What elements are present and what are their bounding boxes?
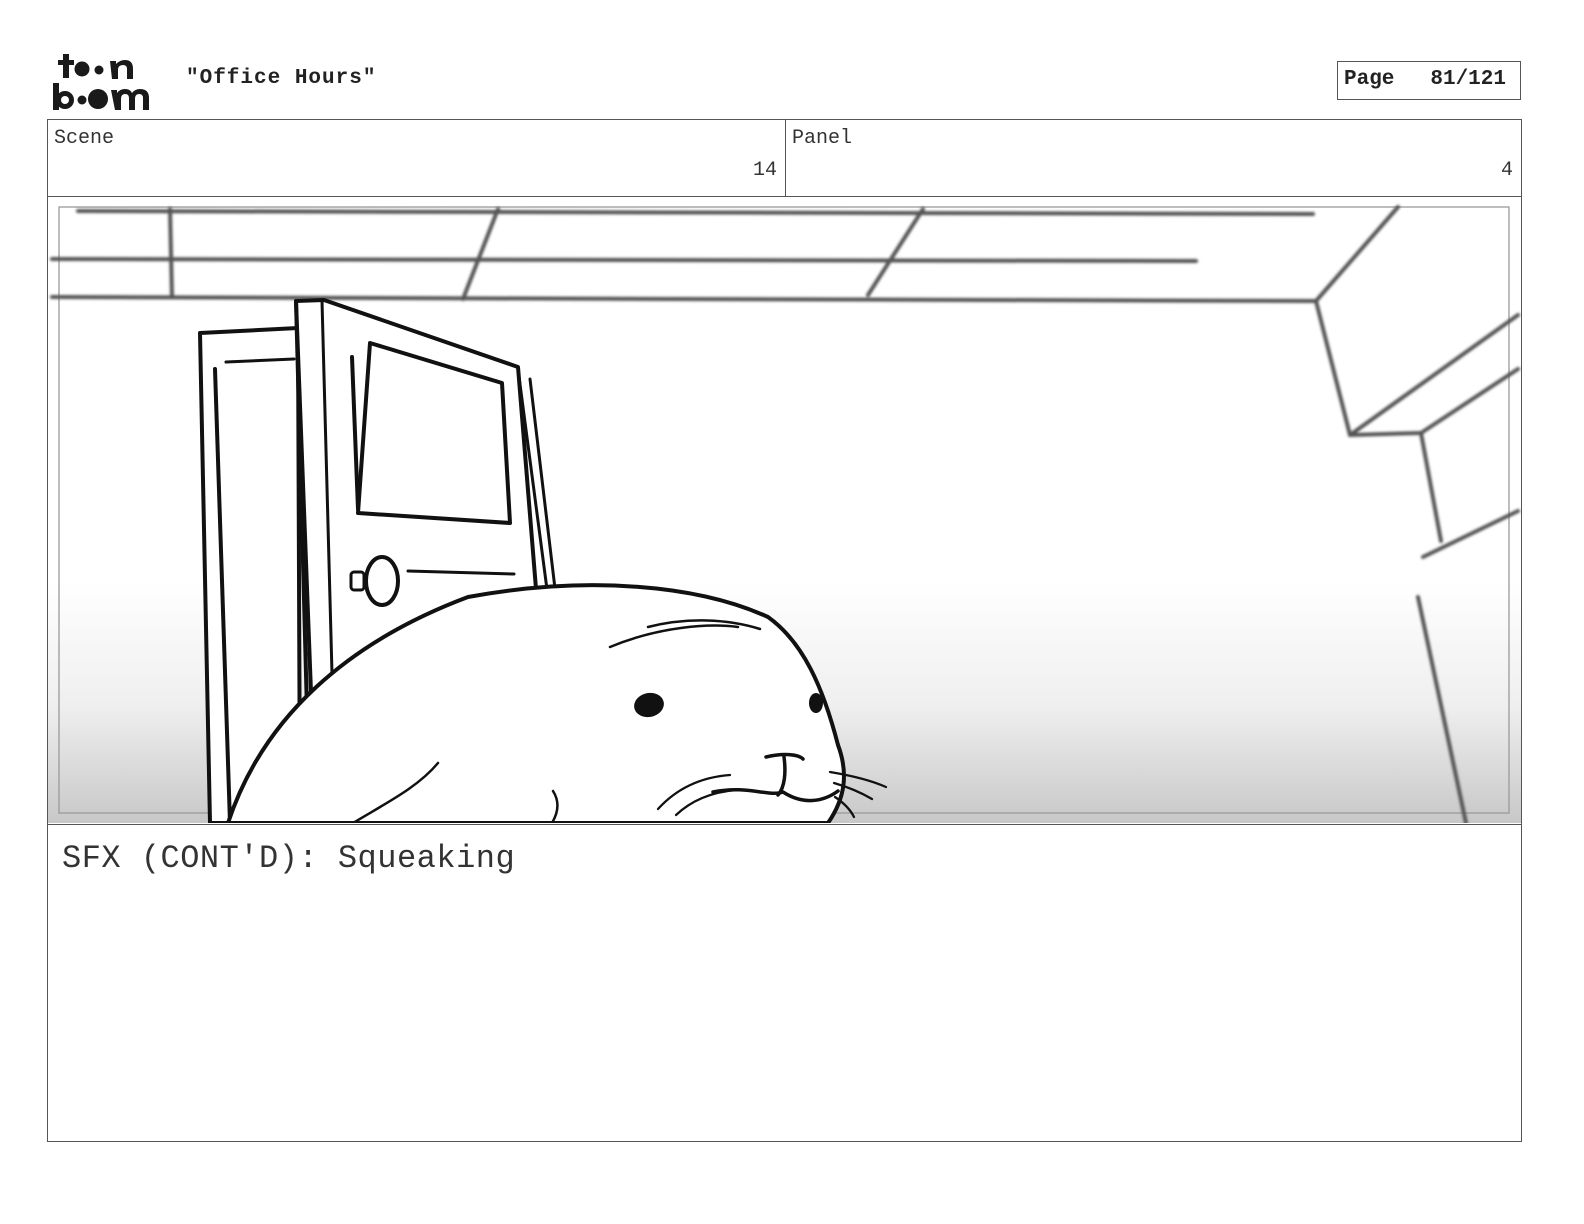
- scene-label: Scene: [54, 127, 115, 150]
- dialogue-text: SFX (CONT'D): Squeaking: [62, 840, 516, 877]
- info-row: Scene 14 Panel 4: [48, 120, 1521, 197]
- panel-label: Panel: [792, 127, 853, 150]
- page-label: Page: [1344, 68, 1395, 91]
- document-title: "Office Hours": [186, 67, 377, 90]
- page-number: 81/121: [1430, 68, 1506, 91]
- scene-cell: Scene 14: [48, 120, 786, 196]
- panel-cell: Panel 4: [786, 120, 1521, 196]
- panel-number: 4: [1500, 159, 1513, 182]
- storyboard-frame: Scene 14 Panel 4 SFX (CONT'D): Squeaking: [47, 119, 1522, 1142]
- scene-number: 14: [752, 159, 777, 182]
- page-indicator: Page 81/121: [1337, 61, 1521, 100]
- toonboom-logo: [53, 54, 149, 110]
- storyboard-sketch: [48, 197, 1521, 823]
- panel-drawing: [48, 197, 1521, 825]
